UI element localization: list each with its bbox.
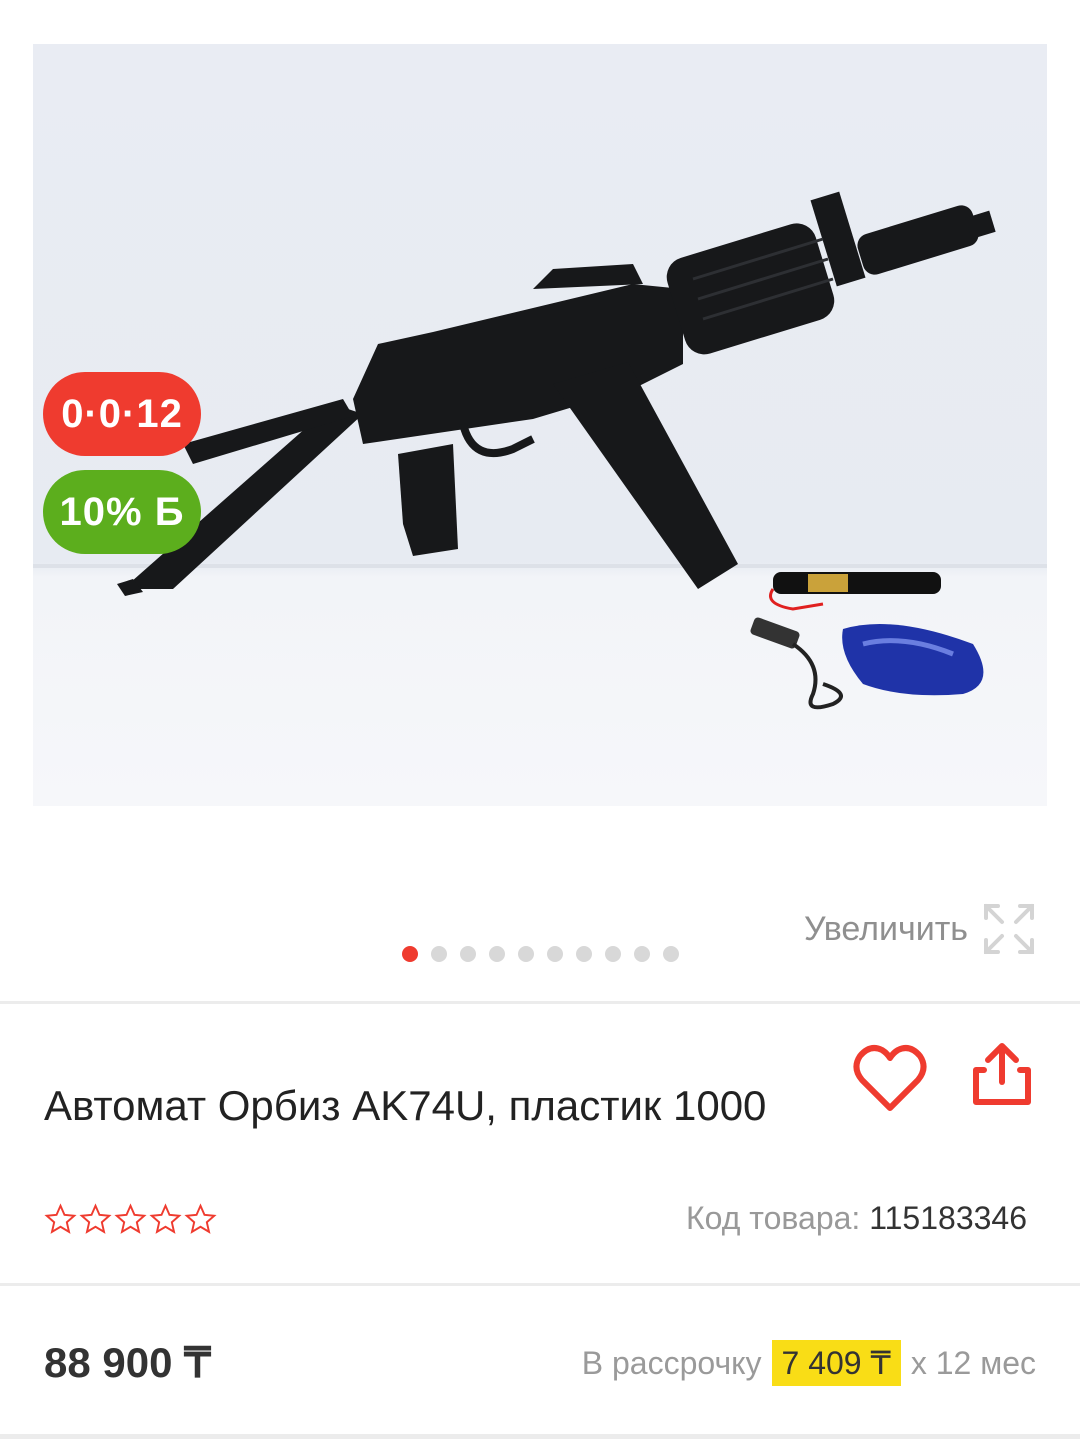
- gallery-pagination: [402, 946, 679, 962]
- star-icon: [79, 1203, 112, 1234]
- heart-icon[interactable]: [852, 1044, 928, 1114]
- star-icon: [114, 1203, 147, 1234]
- expand-icon: [984, 904, 1034, 954]
- pagination-dot[interactable]: [605, 946, 621, 962]
- product-title: Автомат Орбиз AK74U, пластик 1000: [44, 1082, 767, 1130]
- pagination-dot[interactable]: [663, 946, 679, 962]
- installment-info[interactable]: В рассрочку 7 409 ₸ х 12 мес: [582, 1340, 1036, 1386]
- installment-term: х 12 мес: [910, 1344, 1036, 1381]
- pagination-dot[interactable]: [431, 946, 447, 962]
- pagination-dot[interactable]: [489, 946, 505, 962]
- product-code: Код товара: 115183346: [686, 1200, 1027, 1237]
- installment-amount: 7 409 ₸: [771, 1340, 901, 1386]
- divider: [0, 1434, 1080, 1439]
- pagination-dot[interactable]: [576, 946, 592, 962]
- product-code-value: 115183346: [869, 1200, 1027, 1236]
- price: 88 900 ₸: [44, 1339, 211, 1386]
- star-icon: [149, 1203, 182, 1234]
- product-code-label: Код товара:: [686, 1200, 861, 1236]
- installment-label: В рассрочку: [581, 1344, 762, 1381]
- bonus-badge: 10% Б: [43, 470, 201, 554]
- zoom-label: Увеличить: [804, 909, 968, 948]
- zoom-button[interactable]: Увеличить: [804, 902, 1036, 956]
- divider: [0, 1283, 1080, 1286]
- rating-stars[interactable]: [44, 1203, 217, 1236]
- pagination-dot[interactable]: [402, 946, 418, 962]
- pagination-dot[interactable]: [634, 946, 650, 962]
- star-icon: [184, 1203, 217, 1234]
- share-icon[interactable]: [970, 1042, 1034, 1108]
- pagination-dot[interactable]: [547, 946, 563, 962]
- star-icon: [44, 1203, 77, 1234]
- timer-badge: 0·0·12: [43, 372, 201, 456]
- product-gallery: 0·0·12 10% Б Увеличить: [0, 0, 1080, 1000]
- pagination-dot[interactable]: [518, 946, 534, 962]
- pagination-dot[interactable]: [460, 946, 476, 962]
- divider: [0, 1001, 1080, 1004]
